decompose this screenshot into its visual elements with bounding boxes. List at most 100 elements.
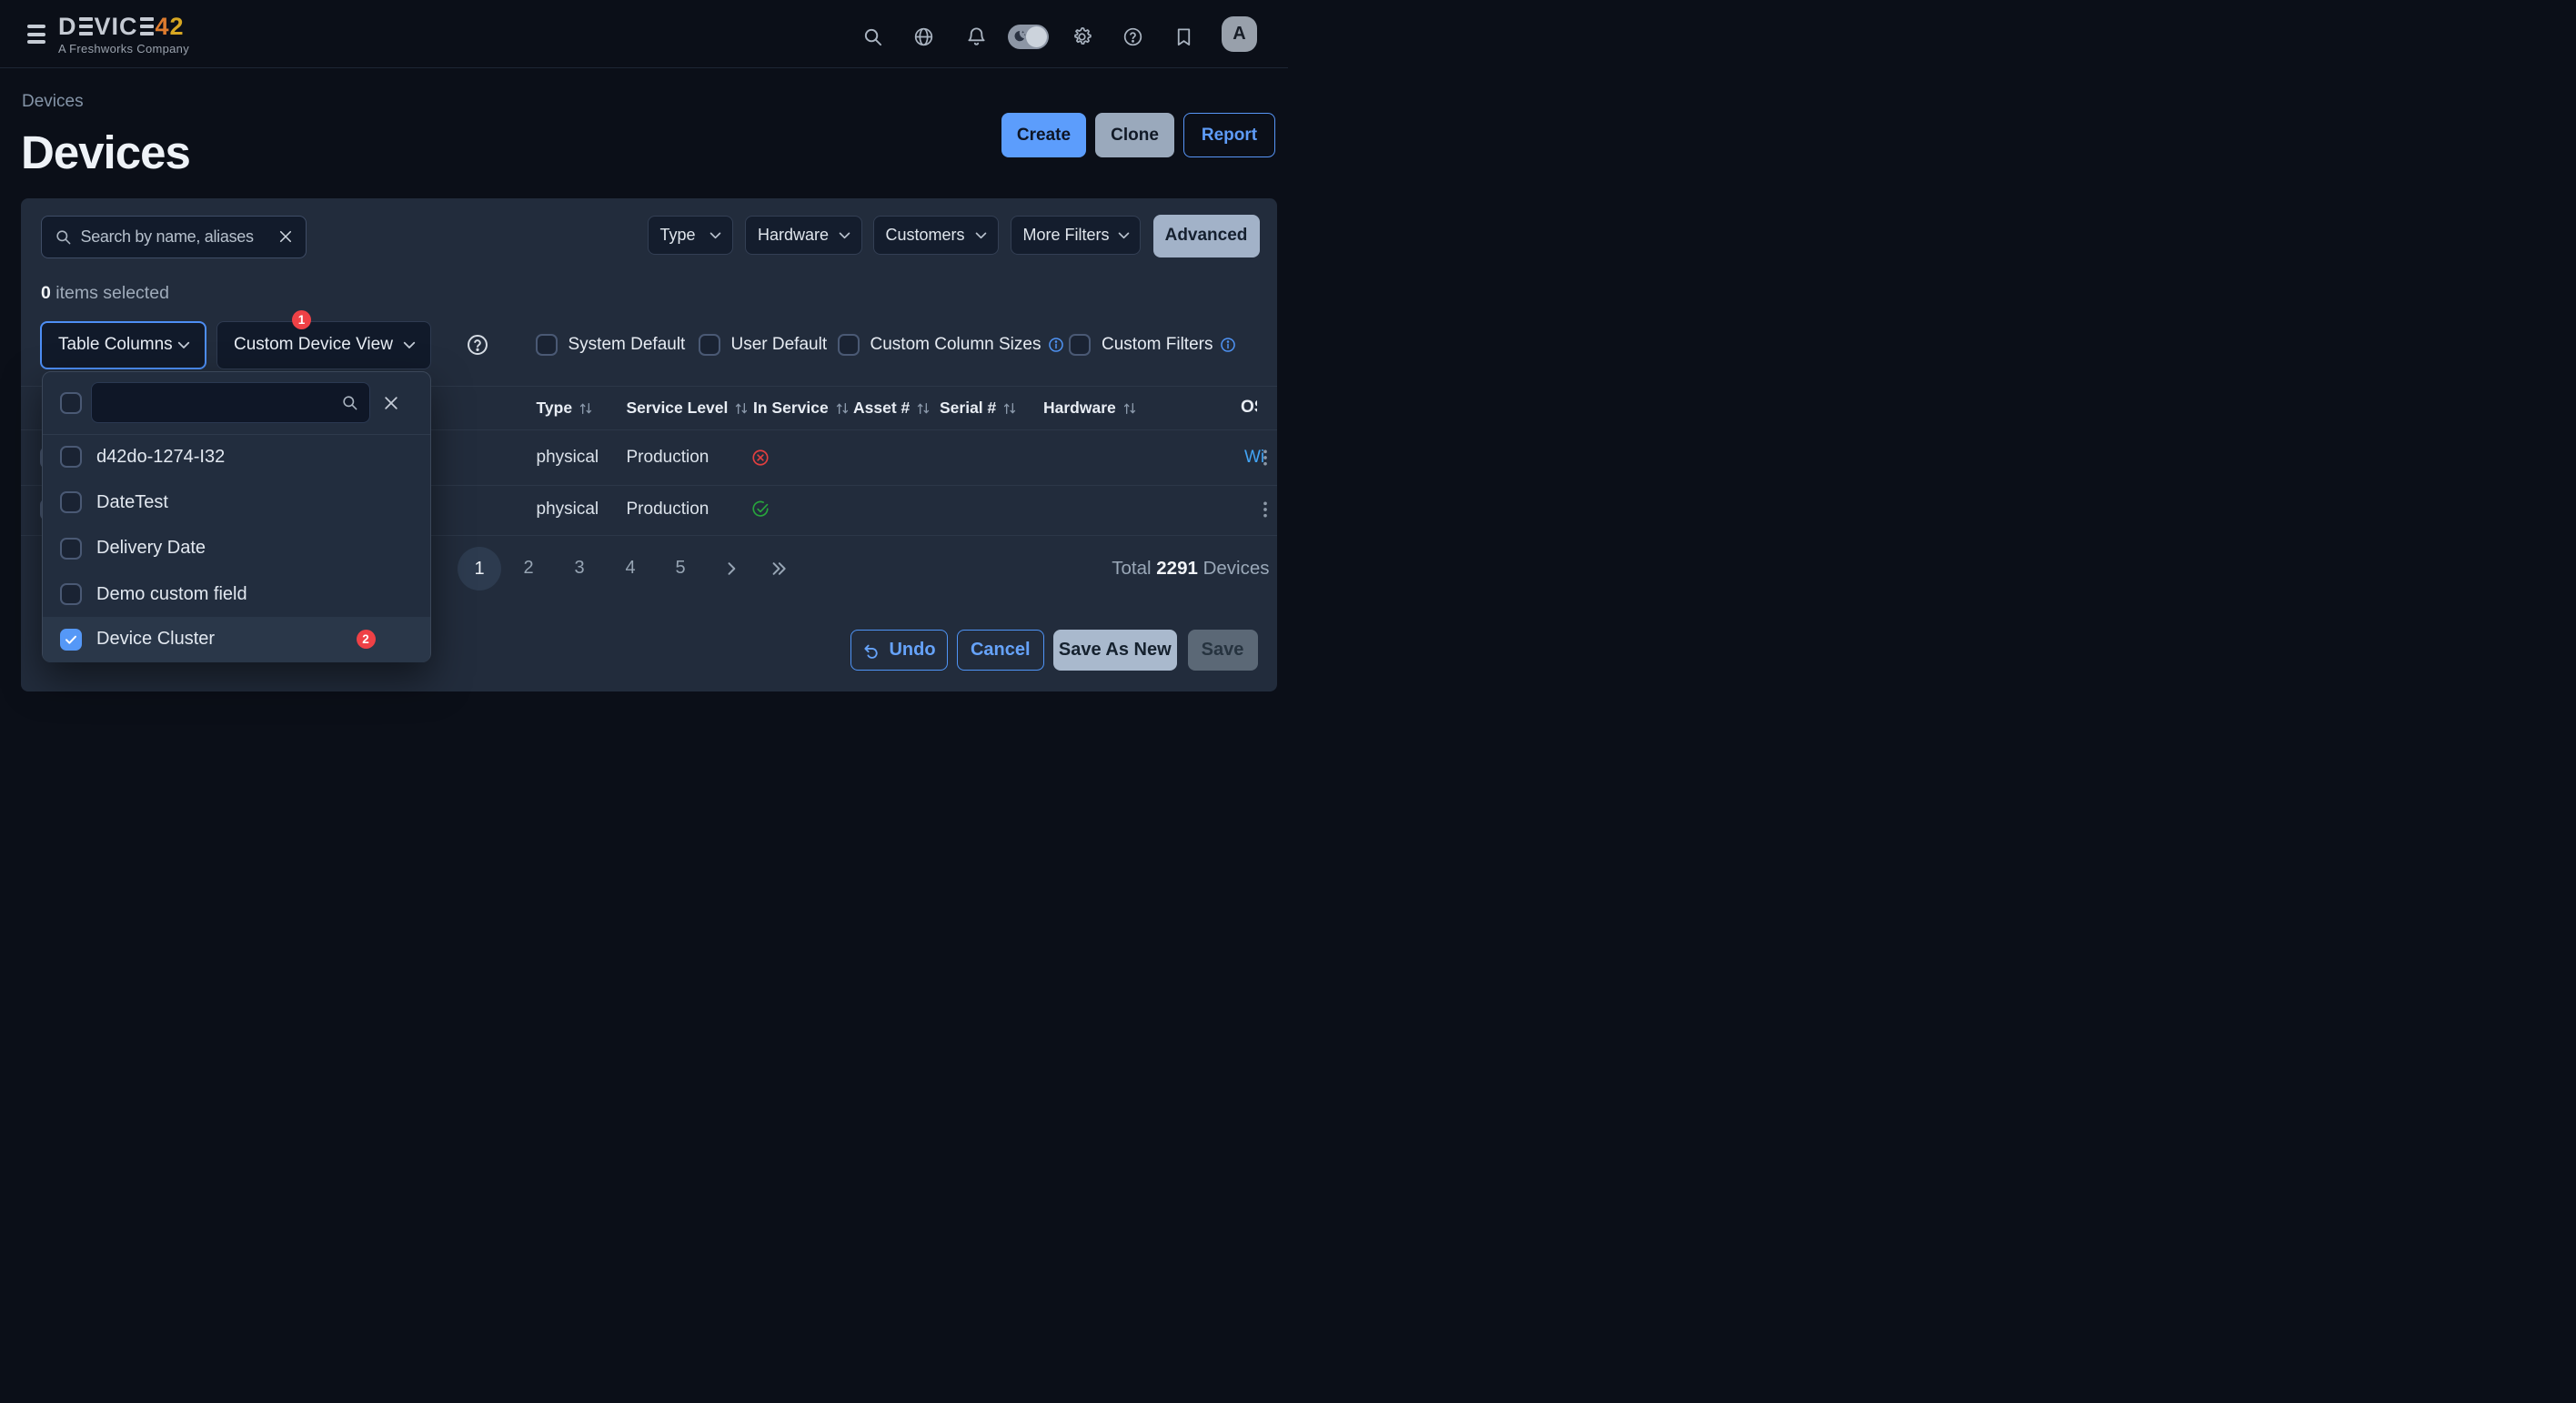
search-icon — [341, 394, 358, 411]
logo-subtitle: A Freshworks Company — [58, 42, 189, 56]
bookmark-icon[interactable] — [1173, 26, 1194, 47]
create-button[interactable]: Create — [1001, 113, 1086, 157]
search-icon[interactable] — [862, 26, 883, 47]
sort-icon[interactable] — [835, 401, 850, 416]
item-checkbox[interactable] — [60, 538, 82, 560]
row-menu-icon[interactable] — [1259, 449, 1272, 467]
save-button[interactable]: Save — [1188, 630, 1258, 671]
cell-type: physical — [537, 500, 599, 520]
table-columns-label: Table Columns — [58, 335, 173, 355]
item-checkbox[interactable] — [60, 446, 82, 468]
filter-more-filters[interactable]: More Filters — [1011, 216, 1142, 256]
view-select-label: Custom Device View — [234, 335, 393, 355]
device-search-input[interactable] — [72, 227, 277, 247]
column-header-serial[interactable]: Serial # — [940, 399, 1017, 418]
custom-filters-checkbox[interactable] — [1069, 334, 1091, 356]
column-header-asset-label: Asset # — [853, 399, 910, 418]
chevron-down-icon — [973, 227, 989, 243]
custom-column-sizes-checkbox-row[interactable]: Custom Column Sizes — [838, 334, 1065, 356]
column-header-service-level-label: Service Level — [627, 399, 729, 418]
info-icon[interactable] — [1220, 337, 1236, 353]
brand-logo[interactable]: D VIC 4 2 A Freshworks Company — [58, 16, 189, 56]
page-5-button[interactable]: 5 — [667, 558, 694, 579]
total-suffix: Devices — [1198, 558, 1270, 579]
page-3-button[interactable]: 3 — [566, 558, 593, 579]
column-header-in-service-label: In Service — [753, 399, 829, 418]
items-selected-count: 0 — [41, 283, 51, 303]
logo-letters-vic: VIC — [95, 16, 138, 36]
items-selected-label: items selected — [51, 283, 169, 303]
page-4-button[interactable]: 4 — [617, 558, 644, 579]
device-search — [41, 216, 307, 258]
menu-item[interactable]: DateTest — [43, 479, 430, 525]
column-header-serial-label: Serial # — [940, 399, 996, 418]
column-header-os[interactable]: OS — [1241, 398, 1257, 418]
in-service-icon — [751, 500, 770, 519]
save-as-new-button[interactable]: Save As New — [1053, 630, 1178, 671]
close-icon[interactable] — [382, 394, 400, 412]
filter-customers-label: Customers — [886, 226, 965, 245]
column-header-type[interactable]: Type — [537, 399, 594, 418]
select-all-checkbox[interactable] — [60, 392, 82, 414]
column-header-asset[interactable]: Asset # — [853, 399, 931, 418]
filter-type[interactable]: Type — [648, 216, 733, 256]
menu-item[interactable]: d42do-1274-I32 — [43, 434, 430, 479]
sort-icon[interactable] — [1122, 401, 1137, 416]
clear-search-icon[interactable] — [277, 228, 294, 245]
system-default-checkbox-row[interactable]: System Default — [536, 334, 686, 356]
chevron-down-icon — [1116, 227, 1132, 243]
column-header-hardware[interactable]: Hardware — [1043, 399, 1137, 418]
menu-item-selected[interactable]: Device Cluster 2 — [43, 617, 430, 662]
sort-icon[interactable] — [1002, 401, 1017, 416]
column-header-in-service[interactable]: In Service — [753, 399, 850, 418]
item-badge: 2 — [357, 630, 376, 649]
item-checkbox[interactable] — [60, 491, 82, 513]
filter-customers[interactable]: Customers — [873, 216, 1000, 256]
menu-search-input[interactable] — [92, 393, 341, 412]
column-header-type-label: Type — [537, 399, 573, 418]
gear-icon[interactable] — [1072, 26, 1092, 47]
logo-e-icon — [79, 17, 93, 35]
bell-icon[interactable] — [966, 26, 987, 47]
total-devices: Total 2291 Devices — [1112, 558, 1269, 580]
chevron-down-icon — [176, 337, 192, 353]
last-page-icon[interactable] — [770, 560, 788, 578]
item-label: Demo custom field — [96, 584, 247, 605]
page-2-button[interactable]: 2 — [515, 558, 542, 579]
user-default-checkbox-row[interactable]: User Default — [699, 334, 828, 356]
filter-hardware[interactable]: Hardware — [745, 216, 862, 256]
menu-item[interactable]: Demo custom field — [43, 571, 430, 617]
sort-icon[interactable] — [916, 401, 931, 416]
item-checkbox[interactable] — [60, 583, 82, 605]
report-button[interactable]: Report — [1183, 113, 1275, 157]
custom-filters-checkbox-row[interactable]: Custom Filters — [1069, 334, 1236, 356]
undo-button[interactable]: Undo — [850, 630, 948, 671]
breadcrumb[interactable]: Devices — [22, 92, 84, 112]
items-selected: 0 items selected — [41, 283, 169, 304]
help-circle-icon[interactable] — [466, 333, 489, 357]
menu-item[interactable]: Delivery Date — [43, 526, 430, 571]
custom-column-sizes-checkbox[interactable] — [838, 334, 860, 356]
sort-icon[interactable] — [579, 401, 593, 416]
page-1-button[interactable]: 1 — [458, 547, 501, 590]
system-default-checkbox[interactable] — [536, 334, 558, 356]
table-columns-button[interactable]: Table Columns — [40, 321, 206, 369]
cancel-button[interactable]: Cancel — [957, 630, 1044, 671]
globe-icon[interactable] — [913, 26, 934, 47]
theme-toggle[interactable] — [1008, 25, 1049, 49]
item-checkbox-checked[interactable] — [60, 629, 82, 651]
user-default-checkbox[interactable] — [699, 334, 720, 356]
menu-hamburger-icon[interactable] — [27, 25, 45, 44]
column-header-service-level[interactable]: Service Level — [627, 399, 750, 418]
info-icon[interactable] — [1048, 337, 1064, 353]
sort-icon[interactable] — [734, 401, 749, 416]
column-header-os-label: OS — [1241, 398, 1257, 417]
filter-type-label: Type — [660, 226, 696, 245]
advanced-button[interactable]: Advanced — [1153, 215, 1260, 257]
view-select-button[interactable]: Custom Device View — [216, 321, 431, 369]
avatar[interactable]: A — [1222, 16, 1257, 52]
next-page-icon[interactable] — [722, 560, 740, 578]
help-icon[interactable] — [1122, 26, 1143, 47]
clone-button[interactable]: Clone — [1095, 113, 1174, 157]
row-menu-icon[interactable] — [1259, 500, 1272, 519]
